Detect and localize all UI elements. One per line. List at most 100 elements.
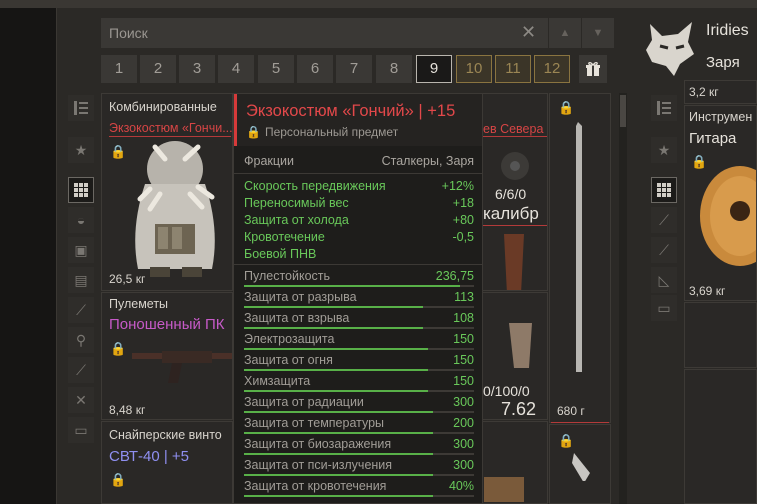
star-icon[interactable]: ★ [68, 137, 94, 163]
tooltip-header: Экзокостюм «Гончий» | +15 🔒 Персональный … [234, 94, 482, 146]
protection-row: Защита от пси-излучения 300 [244, 457, 474, 476]
bonus-value: +18 [452, 196, 474, 210]
star-icon[interactable]: ★ [651, 137, 677, 163]
grip-image [509, 323, 532, 368]
knife-image [572, 453, 590, 503]
ghillie-suit-image [135, 141, 215, 277]
protection-value: 150 [453, 332, 474, 346]
clear-icon[interactable]: ✕ [521, 22, 536, 43]
protection-value: 300 [453, 395, 474, 409]
page-tab-5[interactable]: 5 [258, 55, 294, 83]
protection-value: 200 [453, 416, 474, 430]
search-bar[interactable]: Поиск ✕ ▲ ▼ [101, 18, 614, 48]
down-arrow-icon[interactable]: ▼ [581, 18, 614, 48]
bonus-label: Кровотечение [244, 230, 325, 244]
page-tab-9[interactable]: 9 [416, 55, 452, 83]
protection-value: 300 [453, 437, 474, 451]
item-cell-partial[interactable]: 3,2 кг [684, 80, 757, 104]
grid-icon[interactable] [651, 177, 677, 203]
search-input[interactable]: Поиск [109, 25, 148, 41]
gift-icon[interactable] [579, 55, 607, 83]
backpack-icon[interactable]: ▤ [68, 267, 94, 293]
ruler-icon[interactable]: ◺ [651, 267, 677, 293]
protection-value: 40% [448, 479, 474, 493]
protection-bar-fill [244, 327, 423, 329]
page-tab-6[interactable]: 6 [297, 55, 333, 83]
grenade-icon[interactable]: ⚲ [68, 327, 94, 353]
page-tab-1[interactable]: 1 [101, 55, 137, 83]
container-icon[interactable]: ▭ [651, 295, 677, 321]
player-header: Iridies Заря [636, 8, 757, 88]
grid-icon[interactable] [68, 177, 94, 203]
shelf-icon[interactable] [68, 95, 94, 121]
protection-row: Защита от радиации 300 [244, 394, 474, 413]
protection-row: Химзащита 150 [244, 373, 474, 392]
tools-icon[interactable]: ✕ [68, 387, 94, 413]
item-cell-svt40[interactable]: Снайперские винто СВТ-40 | +5 🔒 [101, 421, 233, 504]
page-tab-3[interactable]: 3 [179, 55, 215, 83]
rifle-icon[interactable]: ⟋ [68, 297, 94, 323]
page-tab-2[interactable]: 2 [140, 55, 176, 83]
protection-row: Защита от температуры 200 [244, 415, 474, 434]
up-arrow-icon[interactable]: ▲ [548, 18, 581, 48]
page-tab-11[interactable]: 11 [495, 55, 531, 83]
rarity-underline [479, 136, 547, 137]
protection-label: Защита от температуры [244, 416, 385, 430]
armor-icon[interactable]: ▣ [68, 237, 94, 263]
protection-bar-fill [244, 495, 433, 497]
container-icon[interactable]: ▭ [68, 417, 94, 443]
item-cell-shotgun[interactable]: ев Севера 6/6/0 калибр [478, 93, 548, 291]
lock-icon: 🔒 [558, 433, 575, 448]
item-cell-rifle[interactable]: 0/100/0 7.62 [478, 292, 548, 420]
machete-image [575, 122, 583, 402]
item-cell-exosuit[interactable]: Комбинированные Экзокостюм «Гончи... 🔒 2… [101, 93, 233, 291]
separator [234, 264, 482, 265]
tooltip-subtitle: 🔒 Персональный предмет [246, 125, 398, 139]
page-tab-8[interactable]: 8 [376, 55, 412, 83]
page-tab-12[interactable]: 12 [534, 55, 570, 83]
scrollbar-track[interactable] [619, 93, 627, 504]
knife-icon[interactable]: ⟋ [68, 357, 94, 383]
empty-cell[interactable] [684, 369, 757, 504]
protection-label: Защита от биозаражения [244, 437, 392, 451]
rifle-icon[interactable]: ⟋ [651, 207, 677, 233]
item-weight: 3,69 кг [689, 284, 726, 298]
lock-icon: 🔒 [110, 472, 127, 487]
player-name: Iridies [706, 22, 749, 39]
protection-label: Электрозащита [244, 332, 335, 346]
item-cell-knife-2[interactable]: 🔒 [549, 424, 611, 504]
item-name: Поношенный ПК [109, 316, 225, 333]
helmet-icon[interactable]: ◒ [68, 207, 94, 233]
protection-value: 150 [453, 353, 474, 367]
protection-row: Пулестойкость 236,75 [244, 268, 474, 287]
protection-bar-fill [244, 390, 428, 392]
separator [234, 173, 482, 174]
rifle-stock-image [504, 234, 524, 290]
protection-row: Защита от кровотечения 40% [244, 478, 474, 497]
bonus-value: -0,5 [452, 230, 474, 244]
bonus-label: Скорость передвижения [244, 179, 386, 193]
protection-bar-fill [244, 411, 433, 413]
caliber-label: калибр [483, 204, 539, 223]
page-tab-7[interactable]: 7 [336, 55, 372, 83]
shelf-icon[interactable] [651, 95, 677, 121]
faction-label: Фракции [244, 154, 294, 168]
page-tab-10[interactable]: 10 [456, 55, 492, 83]
protection-bar-fill [244, 474, 433, 476]
item-name-partial: ев Севера [483, 122, 544, 136]
item-cell-pk[interactable]: Пулеметы Поношенный ПК 🔒 8,48 кг [101, 292, 233, 420]
protection-label: Защита от пси-излучения [244, 458, 393, 472]
page-tab-4[interactable]: 4 [218, 55, 254, 83]
item-cell-wood[interactable] [478, 421, 548, 504]
personal-item-label: Персональный предмет [264, 125, 399, 139]
protection-value: 150 [453, 374, 474, 388]
item-cell-guitar[interactable]: Инструмен Гитара 🔒 3,69 кг [684, 105, 757, 301]
scrollbar-thumb[interactable] [620, 95, 626, 127]
empty-cell[interactable] [684, 302, 757, 368]
protection-label: Защита от разрыва [244, 290, 357, 304]
bonus-value: +80 [452, 213, 474, 227]
knife-icon[interactable]: ⟋ [651, 237, 677, 263]
item-cell-knife[interactable]: 🔒 680 г [549, 93, 611, 423]
item-weight: 680 г [557, 404, 585, 418]
lock-icon: 🔒 [558, 100, 575, 115]
